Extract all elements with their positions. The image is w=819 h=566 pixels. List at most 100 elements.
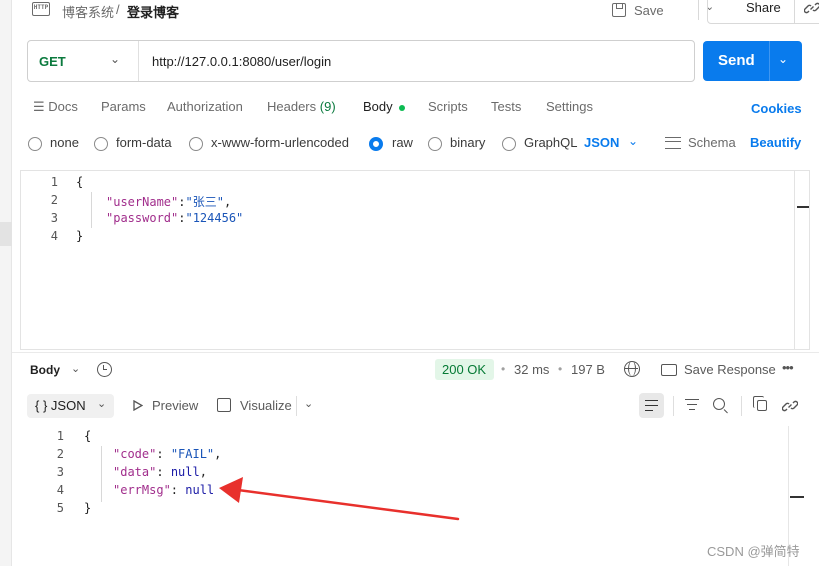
tab-docs[interactable]: ☰ Docs bbox=[33, 99, 78, 115]
breadcrumb-request-name[interactable]: 登录博客 bbox=[127, 2, 179, 21]
braces-icon: { } bbox=[35, 398, 48, 413]
meta-separator: • bbox=[558, 362, 563, 376]
tab-body-label: Body bbox=[363, 99, 393, 114]
share-divider bbox=[794, 0, 795, 24]
toolbar-divider bbox=[296, 396, 297, 416]
json-key: "errMsg" bbox=[113, 483, 171, 497]
json-punct: , bbox=[199, 465, 207, 479]
line-number: 4 bbox=[50, 229, 58, 243]
url-bar bbox=[27, 40, 695, 82]
radio-form-data-label[interactable]: form-data bbox=[116, 135, 172, 150]
code-line: "password":"124456" bbox=[106, 211, 244, 225]
json-punct: , bbox=[214, 447, 222, 461]
copy-icon[interactable] bbox=[753, 396, 767, 411]
cookies-link[interactable]: Cookies bbox=[751, 101, 802, 116]
radio-form-data[interactable] bbox=[94, 137, 108, 151]
code-line: "errMsg": null bbox=[113, 483, 215, 497]
wrap-lines-icon-line bbox=[645, 405, 658, 406]
response-body-label[interactable]: Body bbox=[30, 363, 60, 377]
send-options-chevron-icon[interactable]: ⌄ bbox=[778, 52, 788, 66]
response-format-label[interactable]: { } JSON bbox=[35, 398, 86, 413]
radio-raw-label[interactable]: raw bbox=[392, 135, 413, 150]
arrow-shaft bbox=[236, 488, 460, 521]
watermark: CSDN @弹简特 bbox=[707, 544, 800, 559]
json-key: "password" bbox=[106, 211, 179, 225]
visualize-button[interactable]: Visualize bbox=[240, 398, 292, 413]
response-size[interactable]: 197 B bbox=[571, 362, 605, 377]
json-value: null bbox=[185, 483, 215, 497]
indent-guide bbox=[91, 192, 92, 228]
save-response-label: Save Response bbox=[684, 362, 776, 377]
schema-icon bbox=[665, 136, 681, 149]
url-input[interactable]: http://127.0.0.1:8080/user/login bbox=[152, 54, 331, 69]
http-icon: HTTP bbox=[32, 2, 50, 16]
editor-scrollbar[interactable] bbox=[794, 171, 810, 349]
body-format-select[interactable]: JSON bbox=[584, 135, 619, 150]
body-active-dot bbox=[398, 104, 405, 111]
tab-settings[interactable]: Settings bbox=[546, 99, 593, 114]
code-line: "data": null, bbox=[113, 465, 207, 479]
wrap-lines-icon bbox=[645, 400, 658, 401]
link-icon[interactable] bbox=[782, 398, 798, 414]
meta-separator: • bbox=[501, 362, 506, 376]
radio-none-label[interactable]: none bbox=[50, 135, 79, 150]
radio-urlencoded[interactable] bbox=[189, 137, 203, 151]
more-options-icon[interactable]: ••• bbox=[782, 360, 794, 375]
json-key: "userName" bbox=[106, 195, 179, 209]
response-time[interactable]: 32 ms bbox=[514, 362, 549, 377]
line-number: 4 bbox=[56, 483, 64, 497]
tab-authorization[interactable]: Authorization bbox=[167, 99, 243, 114]
line-number: 2 bbox=[56, 447, 64, 461]
radio-none[interactable] bbox=[28, 137, 42, 151]
code-line: { bbox=[84, 429, 92, 443]
share-button[interactable]: Share bbox=[746, 0, 781, 15]
radio-binary-label[interactable]: binary bbox=[450, 135, 485, 150]
radio-graphql[interactable] bbox=[502, 137, 516, 151]
breadcrumb-separator: / bbox=[116, 2, 120, 17]
response-format-text: JSON bbox=[50, 398, 86, 413]
tab-scripts[interactable]: Scripts bbox=[428, 99, 468, 114]
schema-button[interactable]: Schema bbox=[665, 135, 736, 150]
left-sidebar-strip bbox=[0, 0, 12, 566]
globe-icon[interactable] bbox=[624, 361, 640, 377]
radio-graphql-label[interactable]: GraphQL bbox=[524, 135, 577, 150]
preview-button[interactable]: Preview bbox=[152, 398, 198, 413]
link-icon[interactable] bbox=[804, 0, 819, 16]
status-code[interactable]: 200 OK bbox=[442, 362, 486, 377]
history-icon[interactable] bbox=[97, 362, 112, 377]
radio-raw[interactable] bbox=[369, 137, 383, 151]
send-label[interactable]: Send bbox=[718, 52, 755, 69]
chevron-down-icon[interactable]: ⌄ bbox=[304, 397, 313, 410]
json-key: "data" bbox=[113, 465, 157, 479]
wrap-lines-button[interactable] bbox=[639, 393, 664, 418]
radio-urlencoded-label[interactable]: x-www-form-urlencoded bbox=[211, 135, 349, 150]
method-select[interactable]: GET bbox=[39, 54, 66, 69]
chevron-down-icon[interactable]: ⌄ bbox=[110, 52, 120, 66]
radio-binary[interactable] bbox=[428, 137, 442, 151]
save-divider bbox=[698, 0, 699, 20]
filter-icon-line bbox=[687, 404, 697, 405]
code-line: { bbox=[76, 175, 84, 189]
line-number: 1 bbox=[50, 175, 58, 189]
code-line: } bbox=[76, 229, 84, 243]
breadcrumb-collection[interactable]: 博客系统 bbox=[62, 2, 114, 21]
tab-tests[interactable]: Tests bbox=[491, 99, 521, 114]
search-icon[interactable] bbox=[713, 398, 725, 410]
tab-headers[interactable]: Headers (9) bbox=[267, 99, 336, 114]
save-response-button[interactable]: Save Response bbox=[661, 362, 776, 377]
tab-params[interactable]: Params bbox=[101, 99, 146, 114]
json-punct: , bbox=[223, 195, 232, 209]
chevron-down-icon[interactable]: ⌄ bbox=[71, 362, 80, 375]
filter-icon[interactable] bbox=[685, 399, 699, 411]
docs-icon: ☰ bbox=[33, 99, 45, 114]
response-divider[interactable] bbox=[12, 352, 819, 353]
tab-body[interactable]: Body bbox=[363, 99, 405, 114]
beautify-button[interactable]: Beautify bbox=[750, 135, 801, 150]
chevron-down-icon[interactable]: ⌄ bbox=[628, 134, 638, 148]
scrollbar-thumb[interactable] bbox=[797, 206, 809, 208]
scrollbar-thumb[interactable] bbox=[790, 496, 804, 498]
url-divider bbox=[138, 41, 139, 81]
chevron-down-icon[interactable]: ⌄ bbox=[97, 397, 106, 410]
save-button[interactable]: Save bbox=[612, 0, 664, 22]
save-label: Save bbox=[634, 2, 664, 18]
